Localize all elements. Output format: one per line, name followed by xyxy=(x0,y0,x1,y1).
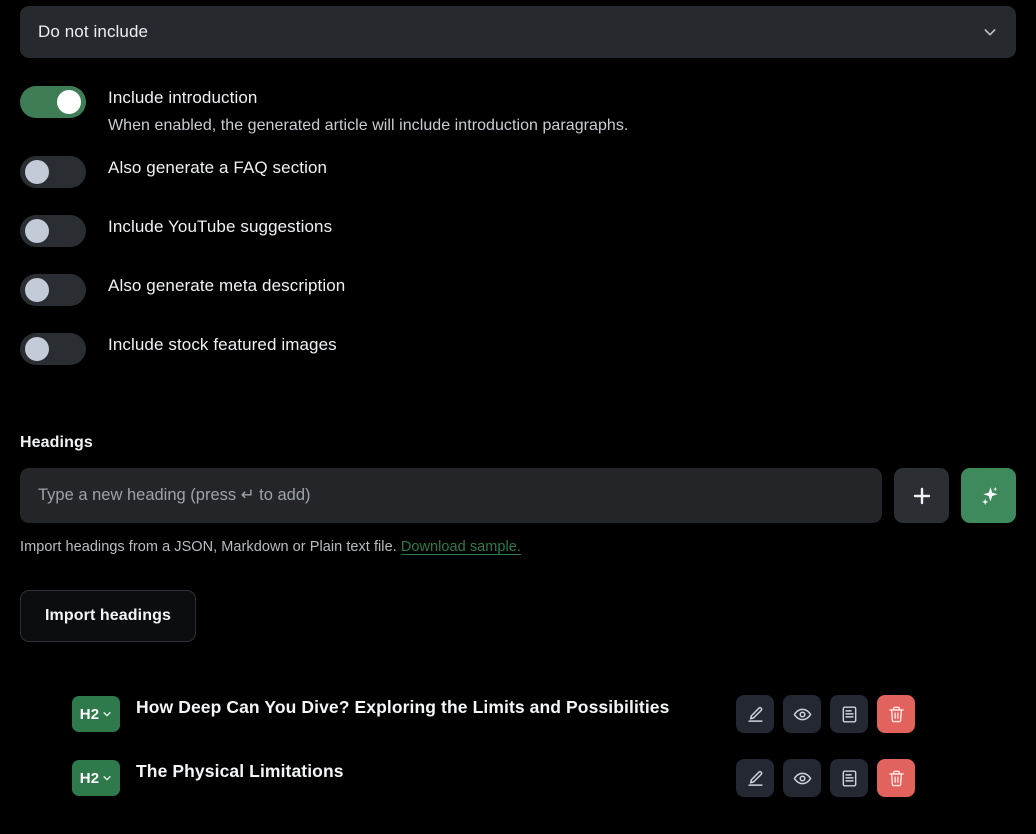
heading-level-label: H2 xyxy=(79,705,100,723)
delete-heading-button[interactable] xyxy=(877,759,915,797)
toggle-text-group: Include introduction When enabled, the g… xyxy=(108,84,628,139)
chevron-down-icon xyxy=(982,24,998,40)
select-selected-value: Do not include xyxy=(38,22,149,41)
toggle-text-group: Include YouTube suggestions xyxy=(108,213,332,240)
import-hint-text: Import headings from a JSON, Markdown or… xyxy=(20,539,397,555)
toggle-include-introduction[interactable] xyxy=(20,86,86,118)
preview-icon xyxy=(793,705,812,724)
heading-title: How Deep Can You Dive? Exploring the Lim… xyxy=(136,697,670,717)
toggle-knob xyxy=(25,160,49,184)
import-headings-button[interactable]: Import headings xyxy=(20,590,196,642)
heading-level-label: H2 xyxy=(79,769,100,787)
edit-icon xyxy=(746,769,765,788)
edit-heading-button[interactable] xyxy=(736,759,774,797)
edit-heading-button[interactable] xyxy=(736,695,774,733)
notes-heading-button[interactable] xyxy=(830,759,868,797)
heading-row-actions xyxy=(736,759,915,797)
heading-list: H2 How Deep Can You Dive? Exploring the … xyxy=(72,694,974,810)
heading-level-selector[interactable]: H2 xyxy=(72,696,120,732)
delete-icon xyxy=(887,705,906,724)
heading-input-row xyxy=(20,468,1016,523)
toggle-label: Include YouTube suggestions xyxy=(108,217,333,236)
preview-icon xyxy=(793,769,812,788)
toggle-faq-section[interactable] xyxy=(20,156,86,188)
toggle-label: Include stock featured images xyxy=(108,335,337,354)
toggle-knob xyxy=(25,337,49,361)
generate-headings-button[interactable] xyxy=(961,468,1016,523)
heading-list-item: H2 How Deep Can You Dive? Exploring the … xyxy=(72,694,974,746)
delete-heading-button[interactable] xyxy=(877,695,915,733)
notes-icon xyxy=(840,705,859,724)
toggle-row-stock-featured-images: Include stock featured images xyxy=(20,331,960,375)
toggle-label: Include introduction xyxy=(108,88,258,107)
toggle-youtube-suggestions[interactable] xyxy=(20,215,86,247)
toggle-row-youtube-suggestions: Include YouTube suggestions xyxy=(20,213,960,257)
download-sample-link[interactable]: Download sample. xyxy=(401,539,521,555)
toggle-label: Also generate meta description xyxy=(108,276,346,295)
edit-icon xyxy=(746,705,765,724)
import-hint: Import headings from a JSON, Markdown or… xyxy=(20,539,521,555)
toggle-row-meta-description: Also generate meta description xyxy=(20,272,960,316)
toggle-knob xyxy=(25,219,49,243)
chevron-down-icon xyxy=(102,709,112,719)
heading-level-selector[interactable]: H2 xyxy=(72,760,120,796)
toggle-list: Include introduction When enabled, the g… xyxy=(20,84,960,375)
toggle-row-include-introduction: Include introduction When enabled, the g… xyxy=(20,84,960,139)
notes-icon xyxy=(840,769,859,788)
new-heading-input[interactable] xyxy=(20,468,882,523)
preview-heading-button[interactable] xyxy=(783,759,821,797)
toggle-text-group: Include stock featured images xyxy=(108,331,337,358)
add-heading-button[interactable] xyxy=(894,468,949,523)
toggle-knob xyxy=(57,90,81,114)
introduction-type-select[interactable]: Do not include xyxy=(20,6,1016,58)
settings-panel: Do not include Include introduction When… xyxy=(0,0,1036,834)
plus-icon xyxy=(910,484,934,508)
toggle-text-group: Also generate a FAQ section xyxy=(108,154,327,181)
chevron-down-icon xyxy=(102,773,112,783)
notes-heading-button[interactable] xyxy=(830,695,868,733)
preview-heading-button[interactable] xyxy=(783,695,821,733)
heading-row-actions xyxy=(736,695,915,733)
heading-list-item: H2 The Physical Limitations xyxy=(72,758,974,810)
toggle-meta-description[interactable] xyxy=(20,274,86,306)
toggle-knob xyxy=(25,278,49,302)
delete-icon xyxy=(887,769,906,788)
toggle-row-faq-section: Also generate a FAQ section xyxy=(20,154,960,198)
toggle-text-group: Also generate meta description xyxy=(108,272,345,299)
sparkle-icon xyxy=(977,484,1001,508)
headings-section-label: Headings xyxy=(20,434,93,451)
heading-title: The Physical Limitations xyxy=(136,761,344,781)
toggle-stock-featured-images[interactable] xyxy=(20,333,86,365)
toggle-description: When enabled, the generated article will… xyxy=(108,117,629,134)
toggle-label: Also generate a FAQ section xyxy=(108,158,328,177)
